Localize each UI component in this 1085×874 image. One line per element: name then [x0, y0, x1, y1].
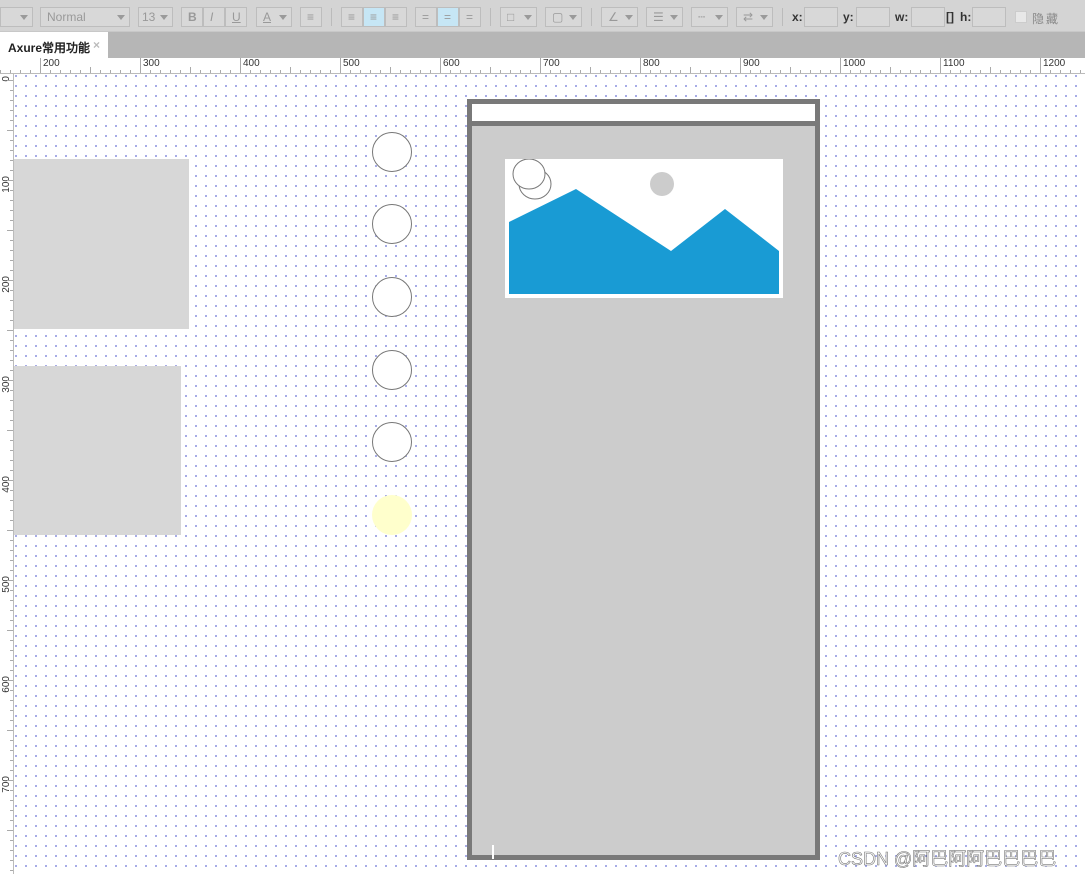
- bullet-list-button[interactable]: ≡: [300, 7, 322, 27]
- highlight-circle[interactable]: [372, 495, 412, 535]
- close-icon[interactable]: ×: [93, 38, 100, 52]
- hide-label: 隐藏: [1032, 12, 1061, 26]
- x-label: x:: [792, 10, 803, 24]
- align-middle-button[interactable]: =: [437, 7, 459, 27]
- phone-header-bar[interactable]: [472, 104, 815, 126]
- font-family-dropdown[interactable]: [0, 7, 33, 27]
- rectangle-1[interactable]: [14, 159, 189, 329]
- tab-bar: Axure常用功能 ×: [0, 32, 1085, 58]
- tab-axure[interactable]: Axure常用功能 ×: [0, 32, 108, 58]
- hide-checkbox[interactable]: [1015, 11, 1027, 23]
- font-color-icon: A: [263, 10, 272, 24]
- circle-5[interactable]: [372, 422, 412, 462]
- line-width-button[interactable]: ☰: [646, 7, 683, 27]
- font-size-dropdown[interactable]: 13: [138, 7, 173, 27]
- h-input[interactable]: [972, 7, 1006, 27]
- shadow-button[interactable]: ▢: [545, 7, 582, 27]
- italic-button[interactable]: I: [203, 7, 225, 27]
- line-color-button[interactable]: ∠: [601, 7, 638, 27]
- canvas[interactable]: [14, 74, 1085, 874]
- align-center-button[interactable]: ≡: [363, 7, 385, 27]
- ruler-label: 1200: [1040, 58, 1065, 72]
- align-top-button[interactable]: =: [415, 7, 437, 27]
- arrow-style-button[interactable]: ⇄: [736, 7, 773, 27]
- vertical-ruler: 0 100 200 300 400 500 600 700: [0, 74, 14, 874]
- font-size-value: 13: [142, 10, 156, 24]
- align-right-button[interactable]: ≡: [385, 7, 407, 27]
- phone-frame[interactable]: [467, 99, 820, 860]
- underline-button[interactable]: U: [225, 7, 247, 27]
- line-style-button[interactable]: ┄: [691, 7, 728, 27]
- align-bottom-button[interactable]: =: [459, 7, 481, 27]
- bold-button[interactable]: B: [181, 7, 203, 27]
- rectangle-2[interactable]: [14, 366, 181, 535]
- fill-color-button[interactable]: □: [500, 7, 537, 27]
- y-input[interactable]: [856, 7, 890, 27]
- font-style-value: Normal: [47, 10, 86, 24]
- w-label: w:: [895, 10, 909, 24]
- align-left-button[interactable]: ≡: [341, 7, 363, 27]
- image-icon: [509, 158, 779, 294]
- text-cursor: [492, 845, 494, 859]
- image-placeholder[interactable]: [505, 158, 783, 298]
- h-label: h:: [960, 10, 972, 24]
- lock-aspect-icon[interactable]: []: [946, 10, 954, 24]
- font-color-button[interactable]: A: [256, 7, 292, 27]
- circle-4[interactable]: [372, 350, 412, 390]
- font-style-dropdown[interactable]: Normal: [40, 7, 130, 27]
- y-label: y:: [843, 10, 854, 24]
- circle-3[interactable]: [372, 277, 412, 317]
- circle-2[interactable]: [372, 204, 412, 244]
- w-input[interactable]: [911, 7, 945, 27]
- circle-1[interactable]: [372, 132, 412, 172]
- toolbar: Normal 13 B I U A ≡ ≡ ≡ ≡ = = = □ ▢ ∠ ☰ …: [0, 0, 1085, 32]
- watermark: CSDN @阿巴阿阿巴巴巴巴: [838, 849, 1057, 870]
- horizontal-ruler: 200 300 400 500 600 700 800 900 1000 1100 1200: [0, 58, 1085, 74]
- tab-label: Axure常用功能: [8, 41, 91, 55]
- ruler-label: 1000: [840, 58, 865, 72]
- x-input[interactable]: [804, 7, 838, 27]
